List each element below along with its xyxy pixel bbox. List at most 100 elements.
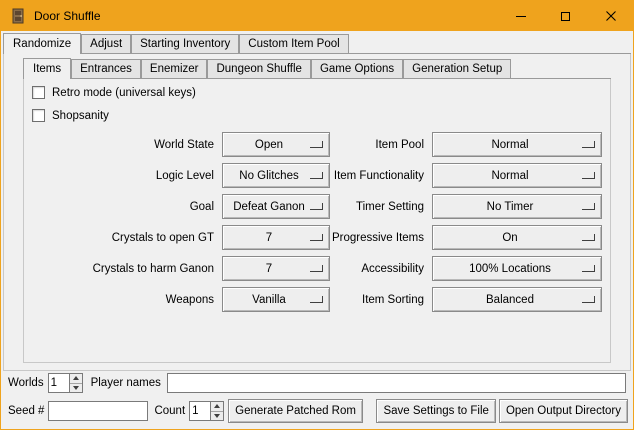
arrow-up-icon (214, 404, 220, 408)
options-row: World State Open Item Pool Normal (24, 129, 610, 160)
item-sorting-dropdown[interactable]: Balanced (432, 287, 602, 312)
shopsanity-checkbox[interactable]: Shopsanity (24, 104, 610, 127)
options-row: Weapons Vanilla Item Sorting Balanced (24, 284, 610, 315)
dropdown-value: 100% Locations (469, 263, 565, 275)
dropdown-value: Normal (491, 170, 542, 182)
item-functionality-dropdown[interactable]: Normal (432, 163, 602, 188)
dropdown-indicator-icon (310, 203, 323, 210)
tab-custom-item-pool[interactable]: Custom Item Pool (239, 34, 348, 53)
options-row: Goal Defeat Ganon Timer Setting No Timer (24, 191, 610, 222)
dropdown-value: On (502, 232, 531, 244)
dropdown-indicator-icon (582, 296, 595, 303)
dropdown-indicator-icon (582, 234, 595, 241)
spin-up-button[interactable] (211, 402, 223, 411)
window: Door Shuffle Randomize Adjust Starting I… (0, 0, 634, 430)
dropdown-value: Vanilla (252, 294, 300, 306)
arrow-up-icon (73, 376, 79, 380)
window-controls (498, 1, 633, 31)
dropdown-value: No Timer (487, 201, 548, 213)
dropdown-value: Balanced (486, 294, 548, 306)
option-label: World State (24, 139, 214, 151)
timer-setting-dropdown[interactable]: No Timer (432, 194, 602, 219)
spin-down-button[interactable] (70, 383, 82, 393)
save-settings-button[interactable]: Save Settings to File (376, 399, 495, 423)
logic-level-dropdown[interactable]: No Glitches (222, 163, 330, 188)
option-label: Crystals to harm Ganon (24, 263, 214, 275)
minimize-button[interactable] (498, 1, 543, 31)
tab-items[interactable]: Items (23, 58, 71, 79)
close-button[interactable] (588, 1, 633, 31)
crystals-open-gt-dropdown[interactable]: 7 (222, 225, 330, 250)
client-area: Randomize Adjust Starting Inventory Cust… (1, 31, 633, 429)
maximize-icon (561, 12, 570, 21)
progressive-items-dropdown[interactable]: On (432, 225, 602, 250)
dropdown-value: Open (255, 139, 297, 151)
spin-up-button[interactable] (70, 374, 82, 383)
multiworld-row: Worlds Player names (8, 372, 626, 394)
tab-starting-inventory[interactable]: Starting Inventory (131, 34, 239, 53)
dropdown-value: Normal (491, 139, 542, 151)
player-names-label: Player names (91, 377, 161, 389)
option-label: Logic Level (24, 170, 214, 182)
tab-enemizer[interactable]: Enemizer (141, 59, 208, 78)
spin-down-button[interactable] (211, 411, 223, 421)
dropdown-indicator-icon (582, 265, 595, 272)
tab-generation-setup[interactable]: Generation Setup (403, 59, 511, 78)
count-spinbox[interactable] (189, 401, 224, 421)
item-pool-dropdown[interactable]: Normal (432, 132, 602, 157)
option-label: Weapons (24, 294, 214, 306)
option-label: Accessibility (330, 263, 424, 275)
arrow-down-icon (73, 386, 79, 390)
option-label: Timer Setting (330, 201, 424, 213)
option-label: Item Functionality (330, 170, 424, 182)
dropdown-indicator-icon (310, 141, 323, 148)
tab-randomize[interactable]: Randomize (3, 33, 81, 54)
dropdown-indicator-icon (310, 265, 323, 272)
options-row: Logic Level No Glitches Item Functionali… (24, 160, 610, 191)
dropdown-indicator-icon (310, 234, 323, 241)
crystals-harm-ganon-dropdown[interactable]: 7 (222, 256, 330, 281)
weapons-dropdown[interactable]: Vanilla (222, 287, 330, 312)
maximize-button[interactable] (543, 1, 588, 31)
accessibility-dropdown[interactable]: 100% Locations (432, 256, 602, 281)
worlds-input[interactable] (49, 374, 69, 392)
tab-entrances[interactable]: Entrances (71, 59, 141, 78)
dropdown-indicator-icon (582, 172, 595, 179)
inner-tabbar: Items Entrances Enemizer Dungeon Shuffle… (23, 58, 611, 79)
worlds-spinbox[interactable] (48, 373, 83, 393)
titlebar[interactable]: Door Shuffle (1, 1, 633, 31)
dropdown-value: No Glitches (239, 170, 312, 182)
option-label: Goal (24, 201, 214, 213)
checkbox-box-icon (32, 109, 45, 122)
arrow-down-icon (214, 414, 220, 418)
goal-dropdown[interactable]: Defeat Ganon (222, 194, 330, 219)
checkbox-label: Shopsanity (52, 110, 109, 122)
dropdown-indicator-icon (310, 172, 323, 179)
options-grid: World State Open Item Pool Normal Logic … (24, 129, 610, 315)
minimize-icon (516, 16, 526, 17)
outer-tabbar: Randomize Adjust Starting Inventory Cust… (3, 33, 631, 54)
tab-adjust[interactable]: Adjust (81, 34, 131, 53)
dropdown-indicator-icon (582, 141, 595, 148)
options-row: Crystals to open GT 7 Progressive Items … (24, 222, 610, 253)
tab-game-options[interactable]: Game Options (311, 59, 403, 78)
dropdown-value: Defeat Ganon (233, 201, 319, 213)
option-label: Item Pool (330, 139, 424, 151)
retro-mode-checkbox[interactable]: Retro mode (universal keys) (24, 81, 610, 104)
items-pane: Retro mode (universal keys) Shopsanity W… (23, 79, 611, 363)
count-input[interactable] (190, 402, 210, 420)
dropdown-indicator-icon (582, 203, 595, 210)
option-label: Crystals to open GT (24, 232, 214, 244)
spin-buttons (69, 374, 82, 392)
checkbox-box-icon (32, 86, 45, 99)
seed-input[interactable] (48, 401, 148, 421)
count-label: Count (154, 405, 185, 417)
open-output-directory-button[interactable]: Open Output Directory (499, 399, 628, 423)
dropdown-value: 7 (266, 263, 286, 275)
window-title: Door Shuffle (34, 9, 101, 23)
tab-dungeon-shuffle[interactable]: Dungeon Shuffle (207, 59, 310, 78)
player-names-input[interactable] (167, 373, 626, 393)
generate-patched-rom-button[interactable]: Generate Patched Rom (228, 399, 363, 423)
world-state-dropdown[interactable]: Open (222, 132, 330, 157)
options-row: Crystals to harm Ganon 7 Accessibility 1… (24, 253, 610, 284)
